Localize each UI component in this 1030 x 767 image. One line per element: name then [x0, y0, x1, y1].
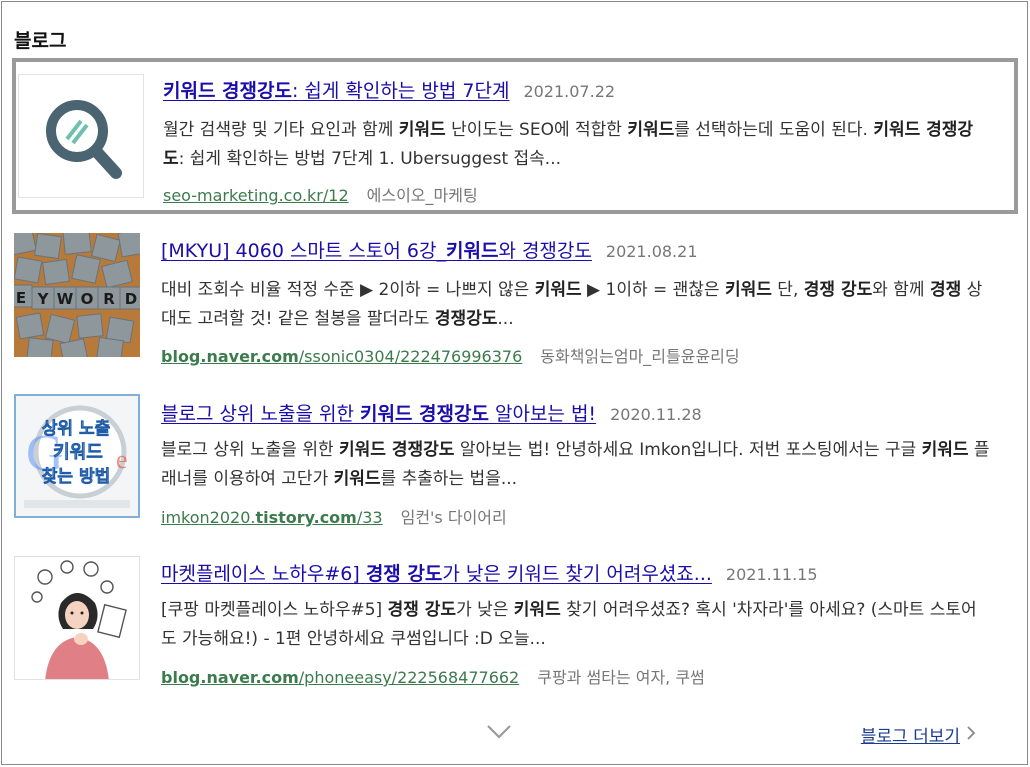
- result-title-row: 키워드 경쟁강도: 쉽게 확인하는 방법 7단계 2021.07.22: [163, 76, 615, 103]
- result-writer[interactable]: 동화책읽는엄마_리틀윤윤리딩: [540, 347, 739, 366]
- blog-more-link[interactable]: 블로그 더보기: [861, 722, 960, 747]
- keyword-tiles-image: EYW ORD: [14, 233, 140, 357]
- magnifier-icon: [46, 100, 122, 179]
- result-date: 2021.11.15: [725, 565, 818, 584]
- result-title-link[interactable]: 마켓플레이스 노하우#6] 경쟁 강도가 낮은 키워드 찾기 어려우셨죠...: [161, 563, 712, 585]
- result-url[interactable]: blog.naver.com/ssonic0304/222476996376: [161, 347, 522, 366]
- result-title-row: 마켓플레이스 노하우#6] 경쟁 강도가 낮은 키워드 찾기 어려우셨죠... 2…: [161, 559, 818, 586]
- result-item: 마켓플레이스 노하우#6] 경쟁 강도가 낮은 키워드 찾기 어려우셨죠... 2…: [14, 556, 1004, 706]
- result-description: 대비 조회수 비율 적정 수준 ▶ 2이하 = 나쁘지 않은 키워드 ▶ 1이하…: [161, 280, 983, 329]
- thinking-woman-illustration: [15, 557, 139, 679]
- result-url[interactable]: seo-marketing.co.kr/12: [163, 186, 349, 205]
- result-item: EYW ORD [MKYU] 4060 스마트 스토어 6강_키워드와 경쟁강도…: [14, 233, 1004, 383]
- result-writer[interactable]: 임컨's 다이어리: [401, 508, 507, 527]
- svg-text:D: D: [125, 290, 137, 308]
- svg-text:O: O: [81, 290, 94, 308]
- result-thumbnail[interactable]: G e 상위 노출 키워드 찾는 방법: [14, 394, 140, 518]
- more-link-arrow[interactable]: [964, 724, 978, 742]
- chevron-right-icon: [967, 726, 976, 740]
- svg-text:Y: Y: [37, 290, 50, 308]
- result-date: 2021.08.21: [605, 242, 698, 261]
- result-title-row: [MKYU] 4060 스마트 스토어 6강_키워드와 경쟁강도 2021.08.…: [161, 236, 698, 263]
- section-title: 블로그: [14, 30, 67, 52]
- result-source: blog.naver.com/ssonic0304/222476996376 동화…: [161, 343, 740, 367]
- result-description: 블로그 상위 노출을 위한 키워드 경쟁강도 알아보는 법! 안녕하세요 Imk…: [161, 440, 990, 489]
- result-url[interactable]: blog.naver.com/phoneeasy/222568477662: [161, 668, 519, 687]
- result-url[interactable]: imkon2020.tistory.com/33: [161, 508, 383, 527]
- svg-text:찾는 방법: 찾는 방법: [42, 466, 110, 487]
- result-source: blog.naver.com/phoneeasy/222568477662 쿠팡과…: [161, 664, 705, 688]
- expand-button[interactable]: [484, 720, 514, 744]
- result-item: 키워드 경쟁강도: 쉽게 확인하는 방법 7단계 2021.07.22 월간 검색…: [12, 58, 1018, 214]
- result-title-link[interactable]: 블로그 상위 노출을 위한 키워드 경쟁강도 알아보는 법!: [161, 403, 596, 425]
- result-thumbnail[interactable]: EYW ORD: [14, 233, 140, 357]
- svg-text:R: R: [103, 290, 115, 308]
- google-keyword-thumb: G e 상위 노출 키워드 찾는 방법: [16, 396, 138, 516]
- result-writer[interactable]: 쿠팡과 썸타는 여자, 쿠썸: [537, 668, 705, 687]
- result-title-row: 블로그 상위 노출을 위한 키워드 경쟁강도 알아보는 법! 2020.11.28: [161, 399, 702, 426]
- result-date: 2021.07.22: [523, 82, 616, 101]
- result-source: imkon2020.tistory.com/33 임컨's 다이어리: [161, 504, 507, 528]
- result-thumbnail[interactable]: [14, 556, 140, 680]
- svg-text:e: e: [116, 445, 128, 474]
- svg-text:키워드: 키워드: [53, 441, 103, 463]
- result-date: 2020.11.28: [610, 405, 702, 424]
- result-source: seo-marketing.co.kr/12 에스이오_마케팅: [163, 182, 478, 206]
- result-thumbnail[interactable]: [18, 74, 144, 198]
- svg-text:E: E: [16, 289, 26, 307]
- result-writer[interactable]: 에스이오_마케팅: [367, 186, 478, 205]
- result-description: 월간 검색량 및 기타 요인과 함께 키워드 난이도는 SEO에 적합한 키워드…: [163, 120, 974, 169]
- result-title-link[interactable]: 키워드 경쟁강도: 쉽게 확인하는 방법 7단계: [163, 80, 509, 102]
- chevron-down-icon: [487, 725, 511, 739]
- svg-text:상위 노출: 상위 노출: [42, 419, 111, 439]
- result-item: G e 상위 노출 키워드 찾는 방법 블로그 상위 노출을 위한 키워드 경쟁…: [14, 394, 1004, 544]
- result-description: [쿠팡 마켓플레이스 노하우#5] 경쟁 강도가 낮은 키워드 찾기 어려우셨죠…: [161, 600, 977, 649]
- svg-text:W: W: [57, 290, 74, 308]
- result-title-link[interactable]: [MKYU] 4060 스마트 스토어 6강_키워드와 경쟁강도: [161, 240, 592, 262]
